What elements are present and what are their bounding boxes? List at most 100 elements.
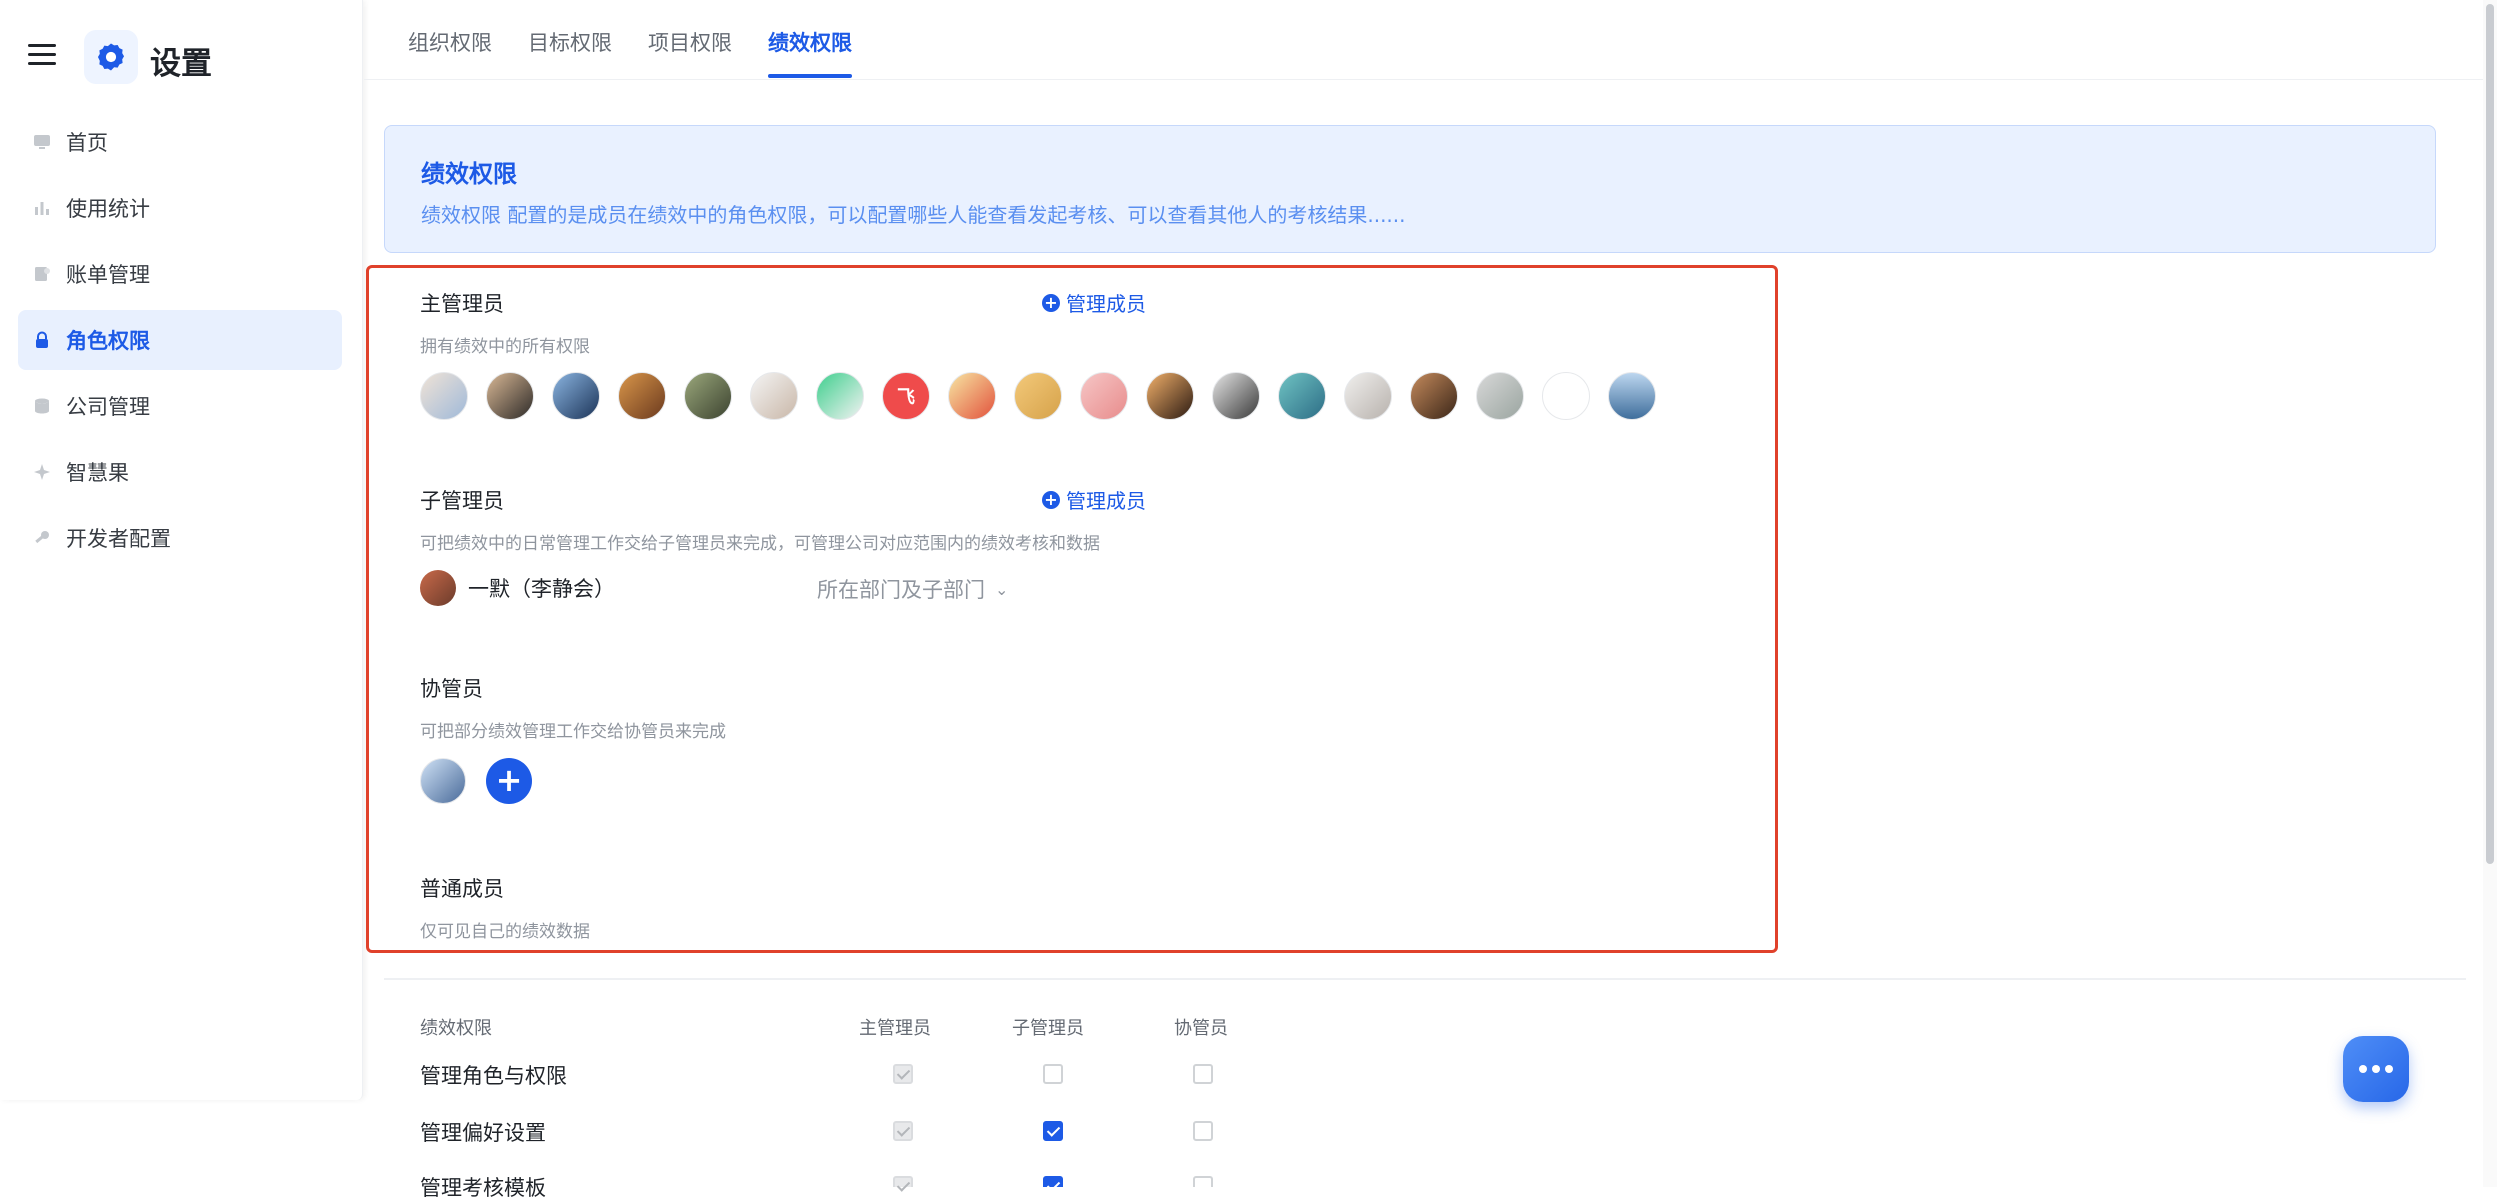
member-title: 普通成员 — [420, 877, 504, 901]
sub-admin-member-name: 一默（李静会） — [468, 577, 615, 601]
perm-row-label: 管理偏好设置 — [420, 1121, 546, 1145]
perm-checkbox-main — [893, 1064, 913, 1084]
avatar[interactable] — [1608, 372, 1656, 420]
main-admin-section: 主管理员 拥有绩效中的所有权限 + 管理成员 — [420, 288, 1720, 357]
add-assistant-button[interactable]: + — [486, 758, 532, 804]
more-actions-button[interactable] — [2343, 1036, 2409, 1102]
perm-checkbox-assist[interactable] — [1193, 1176, 1213, 1187]
scope-dropdown[interactable]: 所在部门及子部门 ⌄ — [817, 574, 1008, 604]
settings-gear-icon — [84, 30, 138, 84]
perm-row-label: 管理考核模板 — [420, 1176, 546, 1200]
permission-tabs: 组织权限 目标权限 项目权限 绩效权限 — [364, 0, 2497, 80]
lock-icon — [32, 330, 52, 350]
avatar[interactable] — [1410, 372, 1458, 420]
monitor-icon — [32, 132, 52, 152]
key-icon — [32, 528, 52, 548]
sub-admin-member: 一默（李静会） — [420, 570, 615, 606]
scrollbar[interactable] — [2483, 0, 2497, 1187]
highlight-annotation-box — [366, 265, 1778, 953]
bar-chart-icon — [32, 198, 52, 218]
sidebar-item-label: 开发者配置 — [66, 527, 171, 551]
avatar[interactable] — [618, 372, 666, 420]
tab-project-permissions[interactable]: 项目权限 — [648, 0, 732, 80]
assistant-title: 协管员 — [420, 677, 483, 701]
avatar[interactable] — [948, 372, 996, 420]
avatar[interactable] — [1278, 372, 1326, 420]
avatar[interactable] — [1212, 372, 1260, 420]
avatar[interactable] — [1344, 372, 1392, 420]
manage-label: 管理成员 — [1066, 292, 1146, 316]
manage-label: 管理成员 — [1066, 489, 1146, 513]
member-section: 普通成员 仅可见自己的绩效数据 — [420, 873, 1720, 942]
banner-title: 绩效权限 — [421, 160, 517, 188]
avatar[interactable] — [420, 372, 468, 420]
avatar[interactable] — [1476, 372, 1524, 420]
avatar[interactable] — [750, 372, 798, 420]
main-admin-manage-button[interactable]: + 管理成员 — [1042, 288, 1146, 317]
sidebar-item-company[interactable]: 公司管理 — [18, 376, 342, 436]
sidebar-item-label: 公司管理 — [66, 395, 150, 419]
scrollbar-thumb[interactable] — [2486, 4, 2494, 864]
avatar[interactable] — [552, 372, 600, 420]
sidebar-item-label: 使用统计 — [66, 197, 150, 221]
tab-performance-permissions[interactable]: 绩效权限 — [768, 0, 852, 80]
sidebar-item-billing[interactable]: 账单管理 — [18, 244, 342, 304]
member-desc: 仅可见自己的绩效数据 — [420, 922, 590, 942]
perm-checkbox-sub[interactable] — [1043, 1064, 1063, 1084]
sidebar-item-label: 首页 — [66, 131, 108, 155]
sparkle-icon — [32, 462, 52, 482]
database-icon — [32, 396, 52, 416]
sidebar-item-wisdom-fruit[interactable]: 智慧果 — [18, 442, 342, 502]
avatar[interactable] — [1146, 372, 1194, 420]
sidebar-item-label: 角色权限 — [66, 329, 150, 353]
perm-checkbox-main — [893, 1121, 913, 1141]
banner-description: 绩效权限 配置的是成员在绩效中的角色权限，可以配置哪些人能查看发起考核、可以查看… — [421, 203, 1406, 227]
main-admin-desc: 拥有绩效中的所有权限 — [420, 337, 590, 357]
avatar[interactable] — [1080, 372, 1128, 420]
perm-checkbox-assist[interactable] — [1193, 1121, 1213, 1141]
avatar[interactable] — [486, 372, 534, 420]
sidebar-nav: 首页 使用统计 账单管理 角色权限 公司管理 智慧果 开发者配置 — [18, 112, 342, 574]
more-dots-icon — [2372, 1065, 2380, 1073]
perm-col-header-name: 绩效权限 — [420, 1018, 492, 1039]
sidebar-item-developer[interactable]: 开发者配置 — [18, 508, 342, 568]
bill-icon — [32, 264, 52, 284]
avatar[interactable] — [816, 372, 864, 420]
sub-admin-manage-button[interactable]: + 管理成员 — [1042, 485, 1146, 514]
more-dots-icon — [2359, 1065, 2367, 1073]
perm-checkbox-sub[interactable] — [1043, 1176, 1063, 1187]
avatar[interactable] — [420, 758, 466, 804]
perm-col-header-assist: 协管员 — [1174, 1018, 1228, 1039]
sidebar-item-home[interactable]: 首页 — [18, 112, 342, 172]
sidebar-item-usage-stats[interactable]: 使用统计 — [18, 178, 342, 238]
perm-col-header-main: 主管理员 — [859, 1018, 931, 1039]
assistant-desc: 可把部分绩效管理工作交给协管员来完成 — [420, 722, 726, 742]
chevron-down-icon: ⌄ — [995, 579, 1009, 599]
perm-row-label: 管理角色与权限 — [420, 1064, 567, 1088]
avatar[interactable] — [1014, 372, 1062, 420]
plus-circle-icon: + — [1042, 490, 1060, 509]
more-dots-icon — [2385, 1065, 2393, 1073]
avatar[interactable] — [1542, 372, 1590, 420]
plus-circle-icon: + — [1042, 293, 1060, 312]
perm-checkbox-sub[interactable] — [1043, 1121, 1063, 1141]
info-banner: 绩效权限 绩效权限 配置的是成员在绩效中的角色权限，可以配置哪些人能查看发起考核… — [384, 125, 2436, 253]
avatar[interactable]: 飞 — [882, 372, 930, 420]
app-title: 设置 — [150, 46, 212, 82]
tab-goal-permissions[interactable]: 目标权限 — [528, 0, 612, 80]
sub-admin-section: 子管理员 可把绩效中的日常管理工作交给子管理员来完成，可管理公司对应范围内的绩效… — [420, 485, 1720, 554]
avatar[interactable] — [420, 570, 456, 606]
sub-admin-desc: 可把绩效中的日常管理工作交给子管理员来完成，可管理公司对应范围内的绩效考核和数据 — [420, 534, 1100, 554]
sidebar-item-label: 智慧果 — [66, 461, 129, 485]
menu-icon[interactable] — [28, 44, 56, 68]
sidebar-item-role-permissions[interactable]: 角色权限 — [18, 310, 342, 370]
scope-value: 所在部门及子部门 — [817, 578, 985, 602]
section-divider — [384, 978, 2466, 980]
sidebar-item-label: 账单管理 — [66, 263, 150, 287]
tab-org-permissions[interactable]: 组织权限 — [408, 0, 492, 80]
perm-col-header-sub: 子管理员 — [1012, 1018, 1084, 1039]
perm-checkbox-main — [893, 1176, 913, 1187]
sidebar: 设置 首页 使用统计 账单管理 角色权限 公司管理 智慧果 开发者配置 — [0, 0, 363, 1100]
avatar[interactable] — [684, 372, 732, 420]
perm-checkbox-assist[interactable] — [1193, 1064, 1213, 1084]
